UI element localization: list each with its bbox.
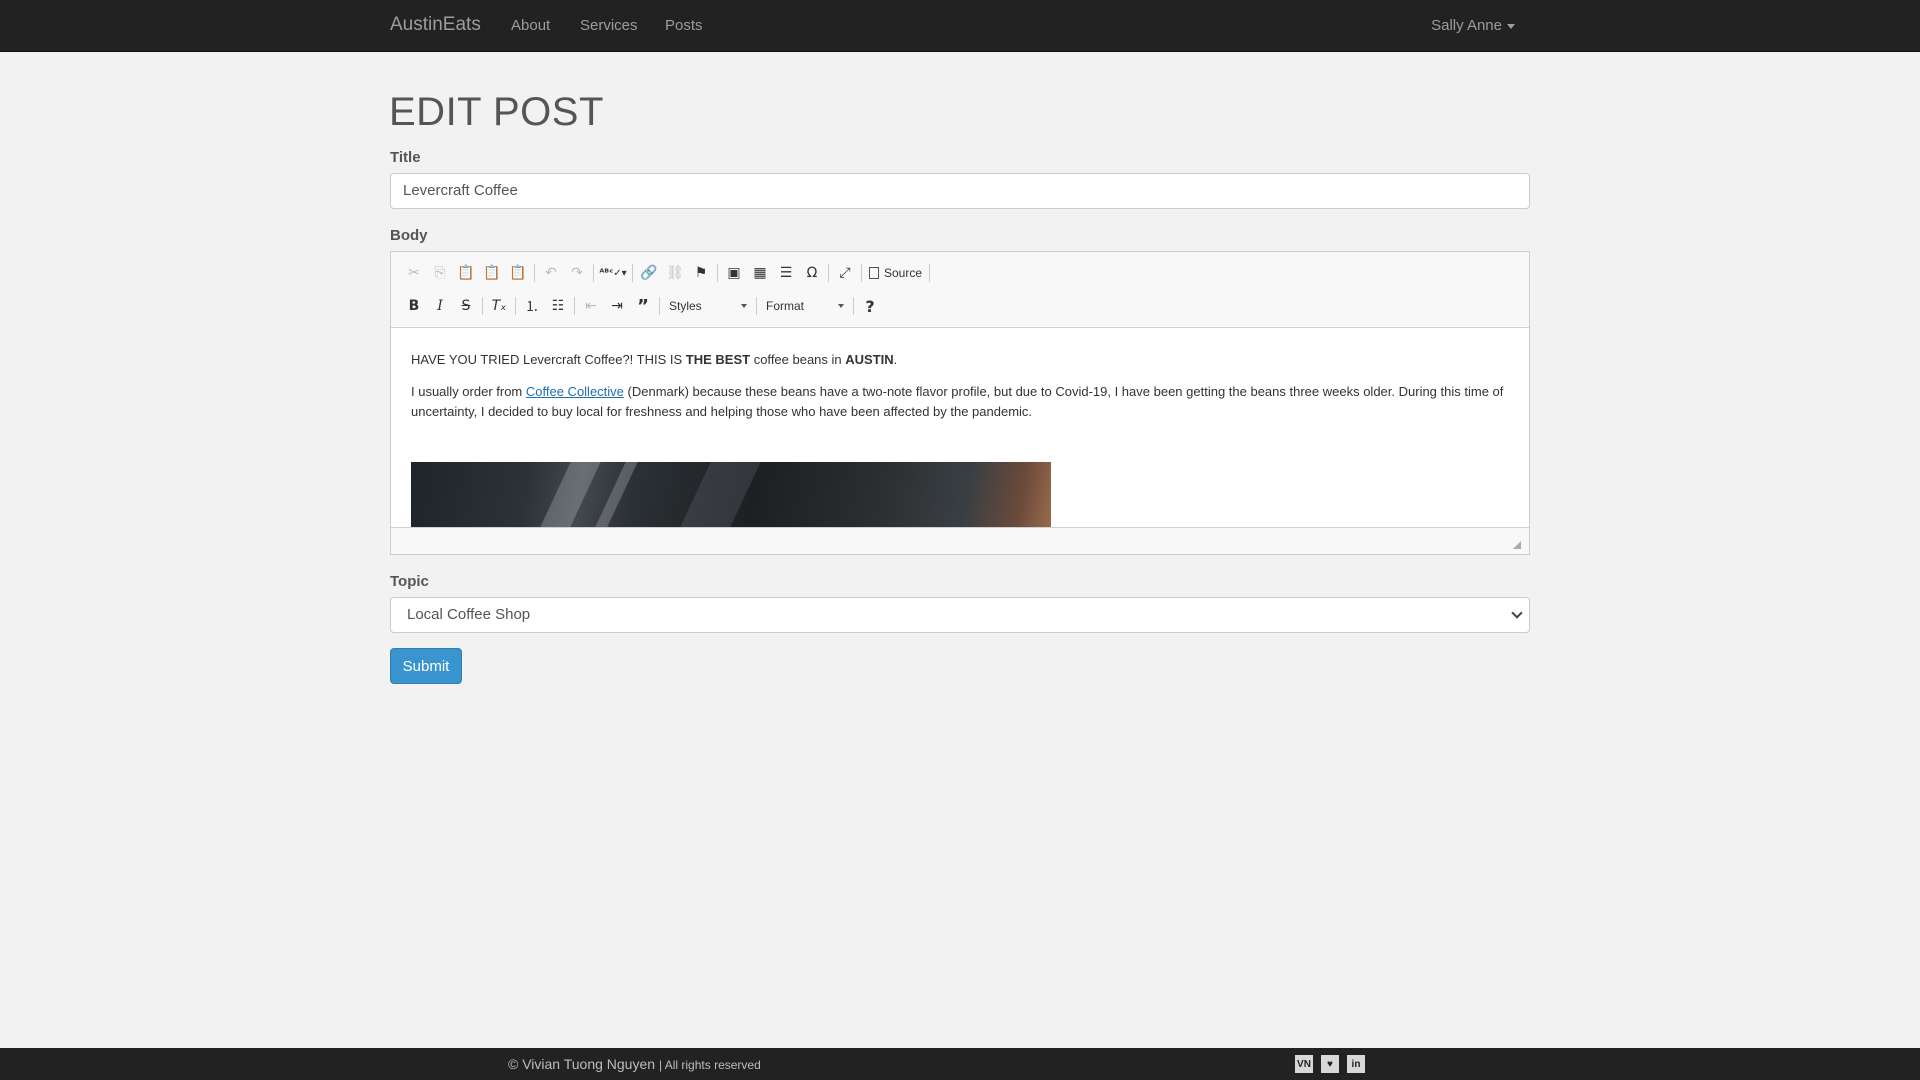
toolbar-separator xyxy=(929,264,931,282)
unlink-icon[interactable]: ⛓ xyxy=(662,260,688,286)
text-run: . xyxy=(893,352,898,367)
copy-icon[interactable]: ⎘ xyxy=(427,260,453,286)
toolbar-separator xyxy=(717,264,718,282)
cut-icon[interactable]: ✂ xyxy=(401,260,427,286)
linkedin-icon[interactable]: in xyxy=(1347,1055,1365,1073)
nav-posts[interactable]: Posts xyxy=(665,17,703,34)
paste-text-icon[interactable]: 📋 xyxy=(479,260,505,286)
coffee-collective-link[interactable]: Coffee Collective xyxy=(526,384,624,399)
styles-dropdown[interactable]: Styles xyxy=(663,295,753,317)
caret-down-icon xyxy=(1507,23,1515,29)
toolbar-separator xyxy=(593,264,594,282)
maximize-icon[interactable]: ⤢ xyxy=(832,260,858,286)
submit-button[interactable]: Submit xyxy=(390,648,462,684)
page-title: EDIT POST xyxy=(389,90,604,134)
copyright-text: © Vivian Tuong Nguyen | All rights reser… xyxy=(508,1056,761,1072)
footer: © Vivian Tuong Nguyen | All rights reser… xyxy=(0,1048,1920,1080)
remove-format-icon[interactable]: Tₓ xyxy=(486,293,512,319)
toolbar-separator xyxy=(574,297,575,315)
vn-logo-icon[interactable]: VN xyxy=(1295,1055,1313,1073)
topic-select[interactable]: Local Coffee Shop xyxy=(390,597,1530,633)
text-run: HAVE YOU TRIED Levercraft Coffee?! THIS … xyxy=(411,352,686,367)
chevron-down-icon xyxy=(1511,607,1523,619)
help-icon[interactable]: ? xyxy=(857,293,883,319)
link-icon[interactable]: 🔗 xyxy=(636,260,662,286)
toolbar-separator xyxy=(861,264,862,282)
outdent-icon[interactable]: ⇤ xyxy=(578,293,604,319)
text-run: coffee beans in xyxy=(750,352,846,367)
chevron-down-icon xyxy=(741,304,747,308)
table-icon[interactable]: ▦ xyxy=(747,260,773,286)
toolbar-separator xyxy=(659,297,660,315)
toolbar-separator xyxy=(632,264,633,282)
source-icon xyxy=(869,267,879,279)
numbered-list-icon[interactable]: ⒈ xyxy=(519,293,545,319)
image-icon[interactable]: ▣ xyxy=(721,260,747,286)
italic-icon[interactable]: I xyxy=(427,293,453,319)
rights-text: | All rights reserved xyxy=(658,1058,761,1072)
format-label: Format xyxy=(766,299,805,313)
format-dropdown[interactable]: Format xyxy=(760,295,850,317)
toolbar-separator xyxy=(482,297,483,315)
title-input[interactable]: Levercraft Coffee xyxy=(390,173,1530,209)
body-label: Body xyxy=(390,227,428,244)
special-char-icon[interactable]: Ω xyxy=(799,260,825,286)
source-button[interactable]: Source xyxy=(865,266,926,280)
topic-selected-value: Local Coffee Shop xyxy=(407,606,531,623)
resize-handle-icon[interactable] xyxy=(1513,541,1521,549)
undo-icon[interactable]: ↶ xyxy=(538,260,564,286)
paste-word-icon[interactable]: 📋 xyxy=(505,260,531,286)
nav-services[interactable]: Services xyxy=(580,17,638,34)
image-detail xyxy=(631,462,761,529)
spellcheck-icon[interactable]: ᴬᴮᶜ✓▾ xyxy=(597,260,629,286)
editor-paragraph: I usually order from Coffee Collective (… xyxy=(411,382,1509,422)
toolbar-separator xyxy=(828,264,829,282)
editor-content-area[interactable]: HAVE YOU TRIED Levercraft Coffee?! THIS … xyxy=(391,328,1529,529)
user-name: Sally Anne xyxy=(1431,17,1502,34)
social-links: VN ♥ in xyxy=(1295,1055,1365,1073)
styles-label: Styles xyxy=(669,299,702,313)
text-run: I usually order from xyxy=(411,384,526,399)
nav-about[interactable]: About xyxy=(511,17,550,34)
post-image[interactable] xyxy=(411,462,1051,529)
bold-icon[interactable]: B xyxy=(401,293,427,319)
title-label: Title xyxy=(390,149,421,166)
redo-icon[interactable]: ↷ xyxy=(564,260,590,286)
brand-link[interactable]: AustinEats xyxy=(390,14,481,36)
navbar: AustinEats About Services Posts Sally An… xyxy=(0,0,1920,52)
source-label: Source xyxy=(884,266,923,280)
chevron-down-icon xyxy=(838,304,844,308)
topic-label: Topic xyxy=(390,573,429,590)
toolbar-separator xyxy=(756,297,757,315)
paste-icon[interactable]: 📋 xyxy=(453,260,479,286)
heart-icon[interactable]: ♥ xyxy=(1321,1055,1339,1073)
toolbar-separator xyxy=(534,264,535,282)
strike-icon[interactable]: S xyxy=(453,293,479,319)
horizontal-line-icon[interactable]: ☰ xyxy=(773,260,799,286)
toolbar-separator xyxy=(853,297,854,315)
indent-icon[interactable]: ⇥ xyxy=(604,293,630,319)
toolbar-separator xyxy=(515,297,516,315)
bulleted-list-icon[interactable]: ☷ xyxy=(545,293,571,319)
bold-text: AUSTIN xyxy=(845,352,894,367)
editor-toolbar: ✂ ⎘ 📋 📋 📋 ↶ ↷ ᴬᴮᶜ✓▾ 🔗 ⛓ ⚑ ▣ ▦ ☰ Ω ⤢ Sour… xyxy=(391,252,1529,328)
image-detail xyxy=(491,462,601,529)
anchor-icon[interactable]: ⚑ xyxy=(688,260,714,286)
editor-status-bar xyxy=(391,527,1529,554)
bold-text: THE BEST xyxy=(685,352,751,367)
rich-text-editor: ✂ ⎘ 📋 📋 📋 ↶ ↷ ᴬᴮᶜ✓▾ 🔗 ⛓ ⚑ ▣ ▦ ☰ Ω ⤢ Sour… xyxy=(390,251,1530,555)
blockquote-icon[interactable]: ” xyxy=(630,293,656,319)
editor-paragraph: HAVE YOU TRIED Levercraft Coffee?! THIS … xyxy=(411,350,1509,370)
user-menu[interactable]: Sally Anne xyxy=(1431,17,1515,34)
copyright-owner: © Vivian Tuong Nguyen xyxy=(508,1056,656,1072)
